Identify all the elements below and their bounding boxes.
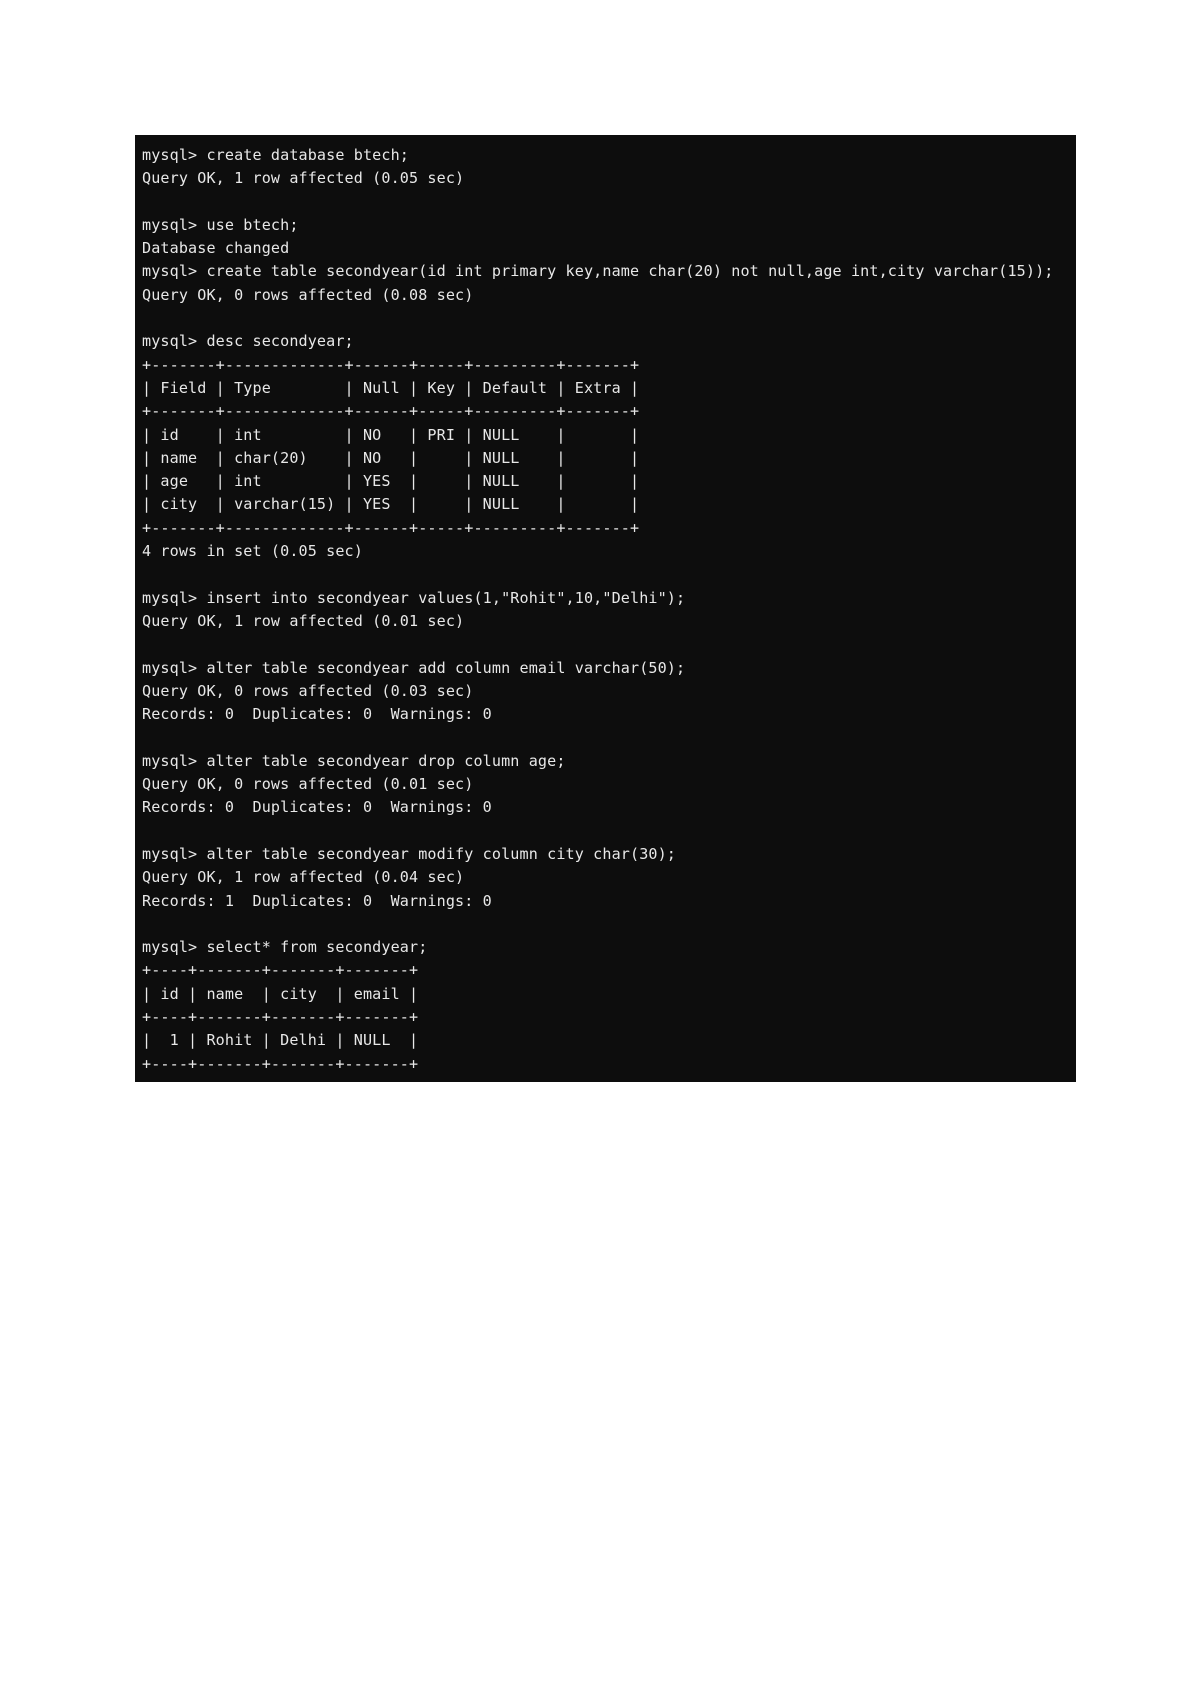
- terminal-line: Query OK, 1 row affected (0.01 sec): [142, 611, 465, 630]
- terminal-line: +-------+-------------+------+-----+----…: [142, 402, 640, 421]
- terminal-line: mysql> insert into secondyear values(1,"…: [142, 588, 686, 607]
- terminal-line: +-------+-------------+------+-----+----…: [142, 518, 640, 537]
- terminal-line: Records: 0 Duplicates: 0 Warnings: 0: [142, 798, 492, 817]
- terminal-output: mysql> create database btech; Query OK, 1…: [142, 144, 1076, 1076]
- terminal-line: | 1 | Rohit | Delhi | NULL |: [142, 1031, 419, 1050]
- terminal-line: | age | int | YES | | NULL | |: [142, 472, 640, 491]
- terminal-line: mysql> alter table secondyear modify col…: [142, 844, 677, 863]
- terminal-line: Query OK, 1 row affected (0.05 sec): [142, 169, 465, 188]
- terminal-line: Query OK, 1 row affected (0.04 sec): [142, 868, 465, 887]
- terminal-line: +----+-------+-------+-------+: [142, 961, 419, 980]
- terminal-line: Query OK, 0 rows affected (0.08 sec): [142, 285, 474, 304]
- terminal-line: Records: 1 Duplicates: 0 Warnings: 0: [142, 891, 492, 910]
- terminal-line: Query OK, 0 rows affected (0.01 sec): [142, 775, 474, 794]
- terminal-line: | id | name | city | email |: [142, 984, 419, 1003]
- terminal-line: mysql> alter table secondyear add column…: [142, 658, 686, 677]
- terminal-line: +----+-------+-------+-------+: [142, 1054, 419, 1073]
- terminal-line: Database changed: [142, 239, 290, 258]
- mysql-terminal-window[interactable]: mysql> create database btech; Query OK, 1…: [135, 135, 1076, 1082]
- terminal-line: Query OK, 0 rows affected (0.03 sec): [142, 681, 474, 700]
- terminal-line: mysql> alter table secondyear drop colum…: [142, 751, 566, 770]
- terminal-line: mysql> desc secondyear;: [142, 332, 354, 351]
- terminal-line: 4 rows in set (0.05 sec): [142, 542, 363, 561]
- terminal-line: | id | int | NO | PRI | NULL | |: [142, 425, 640, 444]
- terminal-line: | name | char(20) | NO | | NULL | |: [142, 448, 640, 467]
- terminal-line: mysql> use btech;: [142, 215, 299, 234]
- terminal-line: +----+-------+-------+-------+: [142, 1007, 419, 1026]
- terminal-line: mysql> select* from secondyear;: [142, 938, 428, 957]
- terminal-line: mysql> create table secondyear(id int pr…: [142, 262, 1054, 281]
- terminal-line: Records: 0 Duplicates: 0 Warnings: 0: [142, 705, 492, 724]
- terminal-line: mysql> create database btech;: [142, 146, 410, 164]
- page-canvas: mysql> create database btech; Query OK, 1…: [0, 0, 1200, 1697]
- terminal-line: +-------+-------------+------+-----+----…: [142, 355, 640, 374]
- terminal-line: | city | varchar(15) | YES | | NULL | |: [142, 495, 640, 514]
- terminal-line: | Field | Type | Null | Key | Default | …: [142, 378, 640, 397]
